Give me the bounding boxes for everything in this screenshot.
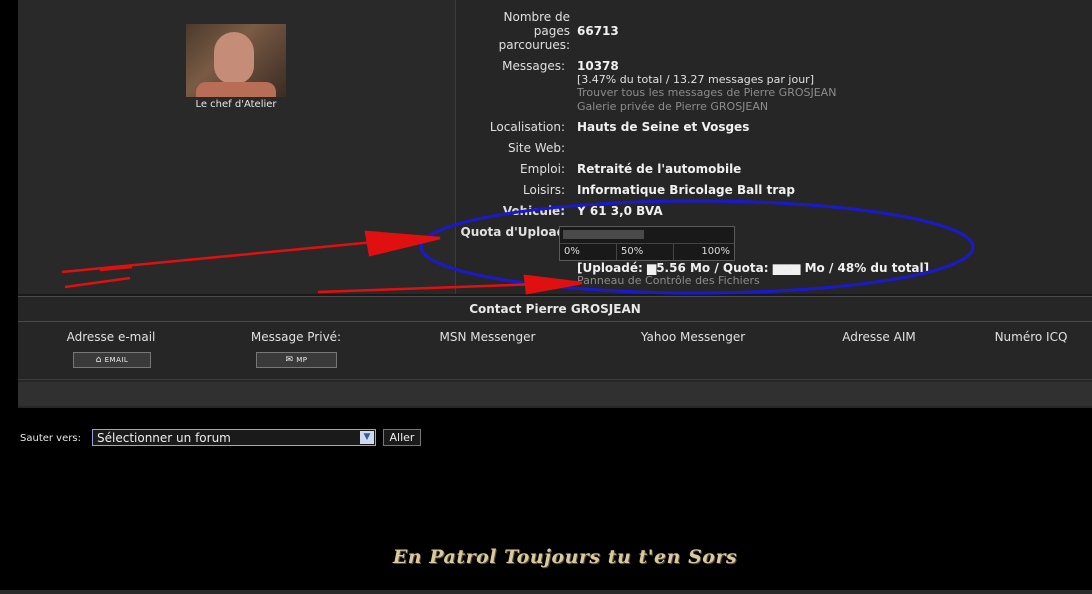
motto-banner: En Patrol Toujours tu t'en Sors	[392, 546, 738, 568]
house-icon: ⌂	[95, 355, 102, 365]
avatar-caption: Le chef d'Atelier	[195, 99, 277, 110]
field-messages-value: 10378	[577, 59, 619, 73]
forum-select-value: Sélectionner un forum	[97, 431, 231, 445]
pm-button[interactable]: ✉ MP	[256, 352, 337, 368]
quota-summary: [Uploadé: ▆5.56 Mo / Quota: ▆▆▆ Mo / 48%…	[577, 261, 930, 275]
go-button[interactable]: Aller	[383, 429, 421, 446]
envelope-icon: ✉	[285, 355, 294, 365]
field-hobbies-value: Informatique Bricolage Ball trap	[577, 183, 795, 197]
link-private-gallery[interactable]: Galerie privée de Pierre GROSJEAN	[577, 100, 768, 113]
bottom-edge	[0, 590, 1092, 594]
contact-icq-label: Numéro ICQ	[994, 330, 1068, 344]
field-pages-value: 66713	[577, 24, 619, 38]
email-button[interactable]: ⌂ EMAIL	[73, 352, 151, 368]
contact-aim-label: Adresse AIM	[842, 330, 916, 344]
field-pages-label: Nombre de pages parcourues:	[498, 10, 570, 52]
quota-scale-0: 0%	[560, 244, 617, 260]
contact-footer-band	[18, 382, 1092, 406]
quota-scale-100: 100%	[701, 246, 730, 257]
field-vehicle-value: Y 61 3,0 BVA	[577, 204, 663, 218]
chevron-down-icon[interactable]: ▼	[360, 431, 374, 444]
link-file-control-panel[interactable]: Panneau de Contrôle des Fichiers	[577, 274, 760, 287]
quota-bar: 0% 50% 100%	[559, 226, 735, 261]
quota-bar-fill	[563, 230, 644, 239]
contact-pm-label: Message Privé:	[250, 330, 342, 344]
forum-select[interactable]: Sélectionner un forum ▼	[92, 429, 376, 446]
avatar-column: Le chef d'Atelier	[18, 0, 456, 294]
avatar	[186, 24, 286, 97]
link-find-messages[interactable]: Trouver tous les messages de Pierre GROS…	[577, 86, 836, 99]
contact-yahoo-label: Yahoo Messenger	[640, 330, 746, 344]
contact-title: Contact Pierre GROSJEAN	[18, 296, 1092, 322]
field-job-value: Retraité de l'automobile	[577, 162, 742, 176]
messages-stats: [3.47% du total / 13.27 messages par jou…	[577, 73, 814, 86]
jump-label: Sauter vers:	[20, 433, 81, 444]
contact-msn-label: MSN Messenger	[439, 330, 536, 344]
quota-scale-50: 50%	[617, 244, 674, 260]
quota-scale: 0% 50% 100%	[560, 243, 734, 260]
divider	[18, 379, 1092, 380]
field-location-value: Hauts de Seine et Vosges	[577, 120, 750, 134]
contact-email-label: Adresse e-mail	[66, 330, 156, 344]
